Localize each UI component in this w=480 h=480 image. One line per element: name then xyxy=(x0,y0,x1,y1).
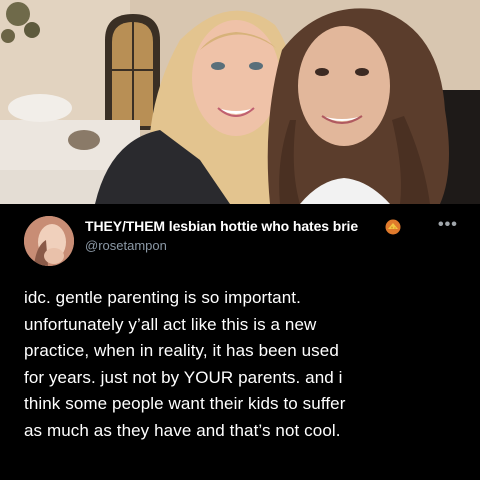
tweet-text-line: practice, when in reality, it has been u… xyxy=(24,341,339,360)
photo-illustration xyxy=(0,0,480,204)
tweet-photo[interactable] xyxy=(0,0,480,204)
tweet-text-line: unfortunately y’all act like this is a n… xyxy=(24,314,317,334)
tweet-text-line: for years. just not by YOUR parents. and… xyxy=(24,367,343,387)
avatar[interactable] xyxy=(24,216,74,266)
avatar-image xyxy=(24,216,74,266)
tweet-text-line: idc. gentle parenting is so important. xyxy=(24,288,301,307)
tweet-text-line: think some people want their kids to suf… xyxy=(24,394,346,413)
tweet-text: idc. gentle parenting is so important. u… xyxy=(24,285,470,444)
more-options-icon[interactable]: ••• xyxy=(438,216,458,234)
cheese-emoji-icon xyxy=(385,219,401,235)
tweet-text-line: as much as they have and that’s not cool… xyxy=(24,420,341,440)
user-handle[interactable]: @rosetampon xyxy=(85,238,167,253)
display-name[interactable]: THEY/THEM lesbian hottie who hates brie xyxy=(85,218,358,234)
